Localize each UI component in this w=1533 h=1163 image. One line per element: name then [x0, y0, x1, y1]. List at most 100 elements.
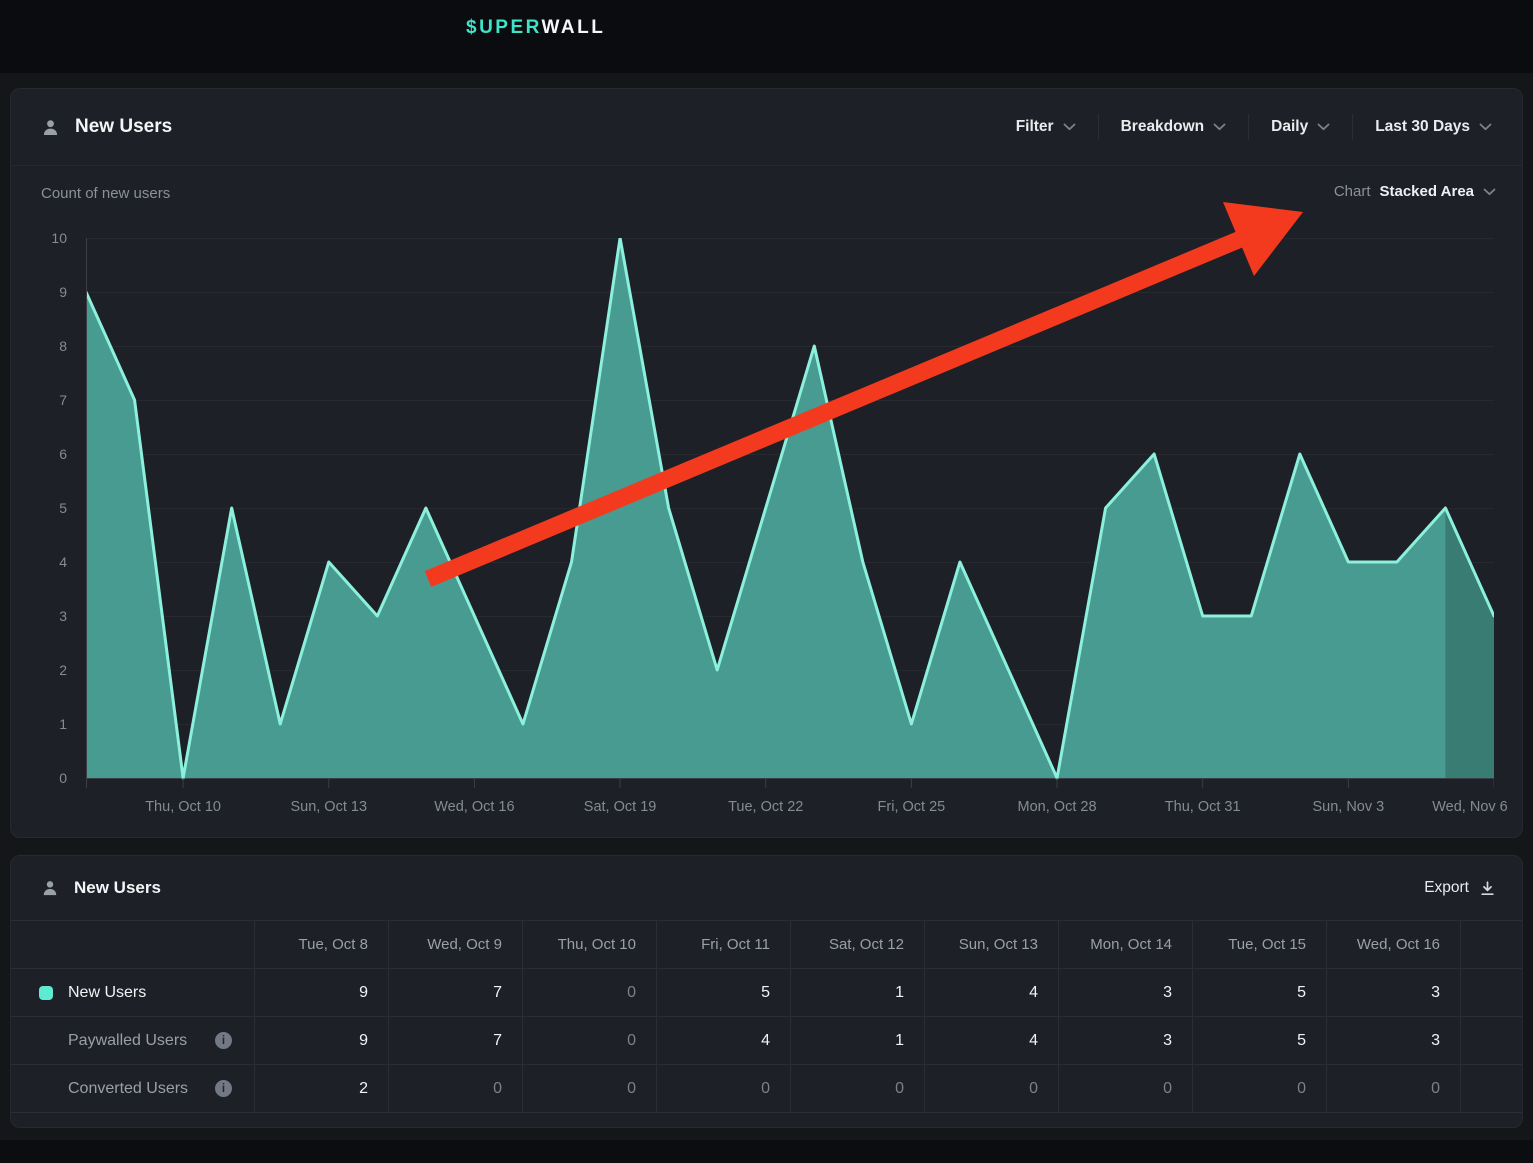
row-label: New Users — [68, 984, 146, 1002]
table-column-header: Tue, Oct 15 — [1193, 921, 1327, 968]
control-breakdown[interactable]: Breakdown — [1121, 118, 1227, 136]
y-axis-tick-label: 4 — [11, 552, 67, 572]
chart-panel-title-group: New Users — [41, 116, 172, 138]
table-cell: 4 — [657, 1017, 791, 1064]
table-cell: 0 — [523, 1065, 657, 1112]
control-filter[interactable]: Filter — [1016, 118, 1076, 136]
table-cell: 0 — [523, 1017, 657, 1064]
table-cell: 9 — [255, 1017, 389, 1064]
table-cell: 3 — [1327, 969, 1461, 1016]
table-row: Paywalled Usersi970414353 — [11, 1017, 1522, 1065]
x-axis-tick-label: Wed, Nov 6 — [1400, 799, 1523, 815]
control-label: Filter — [1016, 118, 1054, 136]
info-icon[interactable]: i — [215, 1080, 232, 1097]
table-cell: 0 — [791, 1065, 925, 1112]
table-cell: 3 — [1059, 1017, 1193, 1064]
x-axis-tick-label: Wed, Oct 16 — [404, 799, 544, 815]
row-label-cell: Paywalled Users i — [11, 1017, 255, 1064]
row-label-cell: Converted Users i — [11, 1065, 255, 1112]
chart-panel-title: New Users — [75, 116, 172, 138]
controls-divider — [1248, 114, 1249, 140]
table-column-header: Mon, Oct 14 — [1059, 921, 1193, 968]
control-last-30-days[interactable]: Last 30 Days — [1375, 118, 1492, 136]
control-daily[interactable]: Daily — [1271, 118, 1330, 136]
table-cell: 4 — [925, 1017, 1059, 1064]
table-cell: 0 — [657, 1065, 791, 1112]
table-cell: 5 — [1193, 969, 1327, 1016]
user-icon — [41, 879, 59, 897]
chart-type-label: Chart — [1334, 183, 1371, 200]
table-cell: 2 — [255, 1065, 389, 1112]
chevron-down-icon — [1317, 123, 1330, 131]
table-cell: 0 — [1059, 1065, 1193, 1112]
row-label-cell: New Users — [11, 969, 255, 1016]
table-cell: 5 — [1193, 1017, 1327, 1064]
superwall-logo: $UPERWALL — [466, 17, 605, 39]
y-axis-tick-label: 8 — [11, 336, 67, 356]
chevron-down-icon — [1213, 123, 1226, 131]
chevron-down-icon — [1479, 123, 1492, 131]
chart-panel-header: New Users Filter Breakdown Daily Last 30 Da… — [11, 89, 1522, 166]
x-axis-tick-label: Thu, Oct 10 — [113, 799, 253, 815]
table-cell — [1461, 1065, 1523, 1112]
controls-divider — [1352, 114, 1353, 140]
control-label: Daily — [1271, 118, 1308, 136]
table-cell: 0 — [523, 969, 657, 1016]
table-panel-title-group: New Users — [41, 878, 161, 898]
export-label: Export — [1424, 879, 1469, 897]
x-axis-tick-label: Sun, Oct 13 — [259, 799, 399, 815]
table-column-header: Tue, Oct 8 — [255, 921, 389, 968]
y-axis-tick-label: 2 — [11, 660, 67, 680]
chart-type-dropdown[interactable]: Chart Stacked Area — [1334, 183, 1496, 200]
x-axis-tick-label: Sun, Nov 3 — [1278, 799, 1418, 815]
plot-area — [86, 238, 1494, 790]
user-icon — [41, 118, 60, 137]
row-label: Paywalled Users — [68, 1032, 187, 1050]
table-column-header: Sat, Oct 12 — [791, 921, 925, 968]
info-icon[interactable]: i — [215, 1032, 232, 1049]
y-axis-tick-label: 5 — [11, 498, 67, 518]
table-header-row: Tue, Oct 8Wed, Oct 9Thu, Oct 10Fri, Oct … — [11, 921, 1522, 969]
table-cell — [1461, 1017, 1523, 1064]
chevron-down-icon — [1063, 123, 1076, 131]
area-chart-svg — [86, 238, 1494, 790]
table-cell: 0 — [925, 1065, 1059, 1112]
table-cell: 0 — [1193, 1065, 1327, 1112]
table-panel-header: New Users Export — [11, 856, 1522, 920]
x-axis-tick-label: Fri, Oct 25 — [841, 799, 981, 815]
logo-teal-part: $UPER — [466, 17, 542, 38]
table-column-header: Wed, Oct 16 — [1327, 921, 1461, 968]
data-table: Tue, Oct 8Wed, Oct 9Thu, Oct 10Fri, Oct … — [11, 920, 1522, 1113]
table-column-header: Fri, Oct 11 — [657, 921, 791, 968]
table-cell: 3 — [1327, 1017, 1461, 1064]
top-navigation-bar: $UPERWALL — [0, 0, 1533, 73]
table-cell: 5 — [657, 969, 791, 1016]
table-panel-title: New Users — [74, 878, 161, 898]
new-users-chart-panel: New Users Filter Breakdown Daily Last 30 Da… — [10, 88, 1523, 838]
table-cell: 1 — [791, 1017, 925, 1064]
y-axis-tick-label: 7 — [11, 390, 67, 410]
new-users-table-panel: New Users Export Tue, Oct 8Wed, Oct 9 Thu… — [10, 855, 1523, 1128]
x-axis-tick-label: Mon, Oct 28 — [987, 799, 1127, 815]
table-cell: 0 — [389, 1065, 523, 1112]
next-section-edge — [0, 1140, 1533, 1163]
y-axis-tick-label: 1 — [11, 714, 67, 734]
table-column-header: Wed, Oct 9 — [389, 921, 523, 968]
table-cell: 7 — [389, 1017, 523, 1064]
table-cell: 7 — [389, 969, 523, 1016]
chevron-down-icon — [1483, 188, 1496, 196]
chart-controls: Filter Breakdown Daily Last 30 Days — [1016, 114, 1492, 140]
download-icon — [1479, 880, 1496, 897]
export-button[interactable]: Export — [1424, 879, 1496, 897]
y-axis-tick-label: 9 — [11, 282, 67, 302]
y-axis-tick-label: 6 — [11, 444, 67, 464]
series-color-swatch — [39, 986, 53, 1000]
x-axis-tick-label: Thu, Oct 31 — [1133, 799, 1273, 815]
chart-subtitle: Count of new users — [41, 185, 170, 202]
table-cell: 4 — [925, 969, 1059, 1016]
chart-type-value: Stacked Area — [1380, 183, 1475, 200]
table-cell: 3 — [1059, 969, 1193, 1016]
row-label: Converted Users — [68, 1080, 188, 1098]
logo-white-part: WALL — [542, 17, 606, 38]
table-column-header: Thu, O — [1461, 921, 1523, 968]
